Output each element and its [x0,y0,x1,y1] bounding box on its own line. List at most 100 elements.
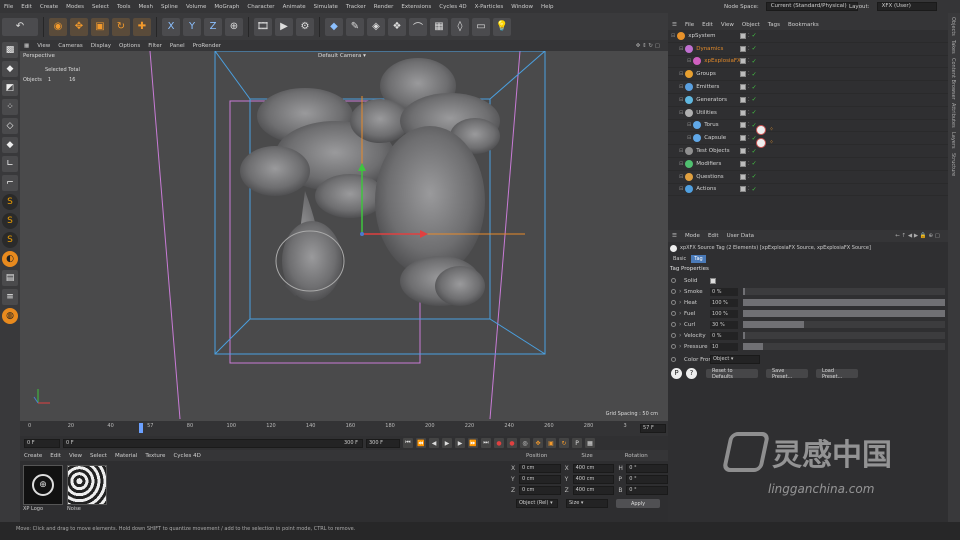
keyframe-dot-icon[interactable] [671,300,676,305]
side-tab-structure[interactable]: Structure [950,153,956,176]
visibility-dots-icon[interactable]: ⁚ [748,161,750,167]
material-menu-edit[interactable]: Edit [46,453,65,459]
enabled-check-icon[interactable]: ✓ [752,173,757,180]
rotation-field[interactable]: 0 ° [626,464,669,473]
xfx-source-tag-icon-1[interactable] [756,125,766,135]
menu-volume[interactable]: Volume [182,4,210,10]
param-value-field[interactable]: 30 % [710,320,738,329]
light-icon[interactable]: 💡 [493,17,511,36]
visibility-dots-icon[interactable]: ⁚ [748,110,750,116]
menu-animate[interactable]: Animate [279,4,310,10]
position-field[interactable]: 0 cm [518,486,561,495]
position-field[interactable]: 0 cm [518,475,561,484]
keyframe-selection-icon[interactable]: ◎ [520,438,530,448]
record-icon[interactable]: ● [494,438,504,448]
camera-icon[interactable]: ▭ [472,17,490,36]
object-menu-object[interactable]: Object [738,22,764,28]
coord-size-select[interactable]: Size ▾ [566,499,608,508]
expand-arrow-icon[interactable]: › [679,288,681,295]
object-row-xpsystem[interactable]: ⊟ xpSystem ⁚ ✓ [668,30,948,43]
menu-spline[interactable]: Spline [157,4,182,10]
go-to-start-icon[interactable]: ⏮ [403,438,413,448]
prev-key-icon[interactable]: ⏪ [416,438,426,448]
param-slider[interactable] [743,288,945,295]
expand-icon[interactable]: ⊟ [679,46,683,52]
object-axis-icon[interactable]: ◐ [2,251,18,267]
menu-modes[interactable]: Modes [62,4,88,10]
material-menu-select[interactable]: Select [86,453,111,459]
menu-tools[interactable]: Tools [113,4,135,10]
menu-x-particles[interactable]: X-Particles [471,4,508,10]
s-script-icon-2[interactable]: S [2,213,18,229]
key-param-icon[interactable]: P [572,438,582,448]
menu-tracker[interactable]: Tracker [342,4,370,10]
object-row-emitters[interactable]: ⊟ Emitters ⁚ ✓ [668,81,948,94]
menu-create[interactable]: Create [36,4,62,10]
color-from-select[interactable]: Object ▾ [710,355,760,364]
expand-arrow-icon[interactable]: › [679,332,681,339]
viewport-perspective[interactable]: Perspective Default Camera ▾ Selected To… [20,51,668,421]
live-selection-icon[interactable]: ◉ [49,17,67,36]
enabled-check-icon[interactable]: ✓ [752,45,757,52]
expand-arrow-icon[interactable]: › [679,343,681,350]
object-menu-view[interactable]: View [717,22,738,28]
tab-tag[interactable]: Tag [691,255,706,263]
start-frame-field[interactable]: 0 F [24,438,60,448]
timeline-layout-icon[interactable]: ▦ [585,438,595,448]
menu-cycles-4d[interactable]: Cycles 4D [435,4,470,10]
viewport-layout-icon[interactable]: ▦ [20,43,33,49]
layer-checkbox[interactable] [740,84,746,91]
expand-icon[interactable]: ⊟ [687,122,691,128]
menu-render[interactable]: Render [370,4,398,10]
layer-checkbox[interactable] [740,32,746,39]
play-icon[interactable]: ▶ [442,438,452,448]
reset-defaults-button[interactable]: Reset to Defaults [706,368,758,380]
size-field[interactable]: 400 cm [572,486,615,495]
expand-arrow-icon[interactable]: › [679,321,681,328]
rotation-field[interactable]: 0 ° [626,486,669,495]
layer-checkbox[interactable] [740,96,746,103]
material-noise[interactable]: Noise [67,465,107,512]
param-value-field[interactable]: 100 % [710,298,738,307]
param-slider[interactable] [743,310,945,317]
timeline-ruler[interactable]: 0 20 40 57 80 100 120 140 160 180 200 220 240 260 280 3… [20,421,668,436]
size-field[interactable]: 400 cm [572,464,615,473]
node-space-select[interactable]: Current (Standard/Physical) [765,2,858,11]
attribute-menu-user-data[interactable]: User Data [723,233,758,239]
enabled-check-icon[interactable]: ✓ [752,58,757,65]
make-editable-icon[interactable]: ▩ [2,42,18,58]
apply-button[interactable]: Apply [616,499,660,508]
stack-icon[interactable]: ≡ [2,289,18,305]
rotation-field[interactable]: 0 ° [626,475,669,484]
visibility-dots-icon[interactable]: ⁚ [748,97,750,103]
viewport-menu-panel[interactable]: Panel [166,43,189,49]
material-menu-texture[interactable]: Texture [141,453,169,459]
enabled-check-icon[interactable]: ✓ [752,160,757,167]
bend-deformer-icon[interactable]: ⌒ [409,17,427,36]
cloner-icon[interactable]: ❖ [388,17,406,36]
xfx-source-tag-icon-2[interactable] [756,138,766,148]
help-icon[interactable]: ? [686,368,697,379]
side-tab-objects[interactable]: Objects [950,17,956,36]
enabled-check-icon[interactable]: ✓ [752,96,757,103]
viewport-nav-icons[interactable]: ✥ ⇕ ↻ ▢ [632,43,664,49]
layer-checkbox[interactable] [740,160,746,167]
layer-checkbox[interactable] [740,122,746,129]
object-row-generators[interactable]: ⊟ Generators ⁚ ✓ [668,94,948,107]
size-field[interactable]: 400 cm [572,475,615,484]
current-frame-field[interactable]: 57 F [640,424,666,433]
layer-checkbox[interactable] [740,45,746,52]
enabled-check-icon[interactable]: ✓ [752,109,757,116]
enabled-check-icon[interactable]: ✓ [752,186,757,193]
coordinate-system-icon[interactable]: ⊕ [225,17,243,36]
object-row-capsule[interactable]: ⊟ Capsule ⁚ ✓ [668,132,948,146]
layout-select[interactable]: XFX (User) [876,2,937,11]
visibility-dots-icon[interactable]: ⁚ [748,71,750,77]
undo-button[interactable]: ↶ [2,17,38,36]
param-slider[interactable] [743,332,945,339]
enabled-check-icon[interactable]: ✓ [752,71,757,78]
viewport-menu-prorender[interactable]: ProRender [189,43,225,49]
keyframe-dot-icon[interactable] [671,311,676,316]
workplane-icon[interactable]: ∟ [2,156,18,172]
menu-extensions[interactable]: Extensions [397,4,435,10]
